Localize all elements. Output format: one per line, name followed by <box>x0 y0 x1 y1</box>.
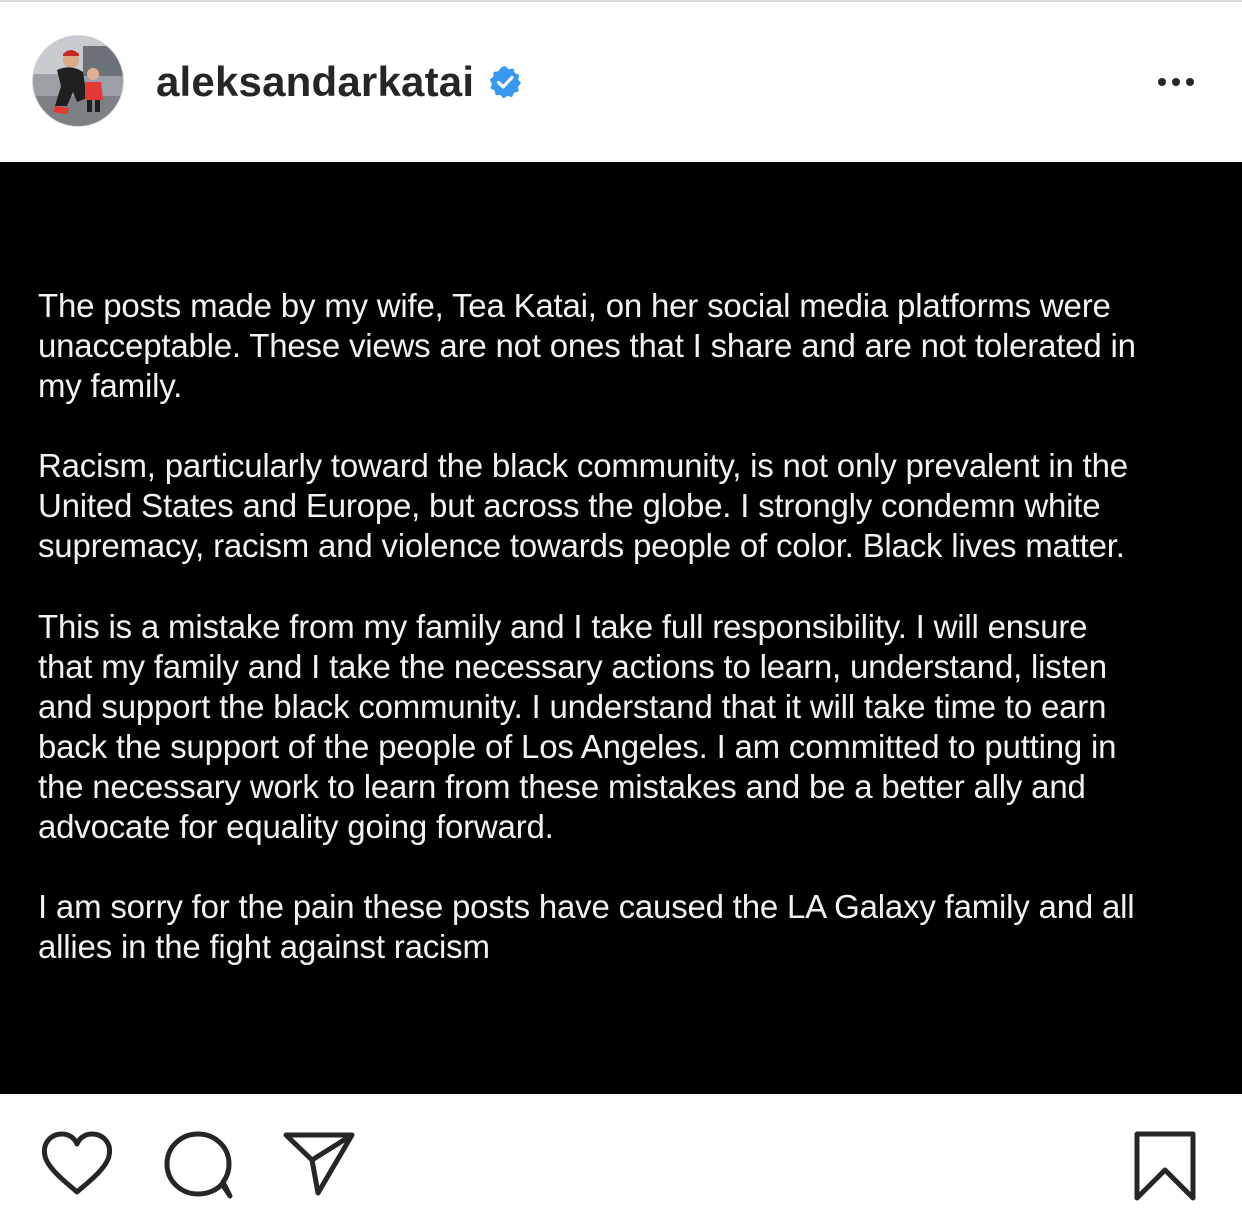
more-dot <box>1172 78 1180 86</box>
statement-paragraph-3: This is a mistake from my family and I t… <box>38 607 1117 846</box>
more-options-icon[interactable] <box>1148 64 1204 100</box>
verified-badge-icon <box>488 65 522 99</box>
avatar-photo <box>33 36 123 126</box>
more-dot <box>1186 78 1194 86</box>
bookmark-icon[interactable] <box>1132 1130 1198 1207</box>
statement-paragraph-2: Racism, particularly toward the black co… <box>38 447 1128 565</box>
statement-paragraph-1: The posts made by my wife, Tea Katai, on… <box>38 287 1136 405</box>
avatar[interactable] <box>32 35 124 127</box>
heart-icon[interactable] <box>40 1130 114 1203</box>
username[interactable]: aleksandarkatai <box>156 58 474 106</box>
post-image[interactable]: The posts made by my wife, Tea Katai, on… <box>0 162 1242 1094</box>
statement-text: The posts made by my wife, Tea Katai, on… <box>38 286 1228 1007</box>
action-bar <box>0 1094 1242 1219</box>
username-row: aleksandarkatai <box>156 56 522 108</box>
share-icon[interactable] <box>282 1130 356 1203</box>
comment-icon[interactable] <box>162 1130 236 1205</box>
post-header: aleksandarkatai <box>0 2 1242 162</box>
more-dot <box>1158 78 1166 86</box>
statement-paragraph-4: I am sorry for the pain these posts have… <box>38 888 1135 966</box>
